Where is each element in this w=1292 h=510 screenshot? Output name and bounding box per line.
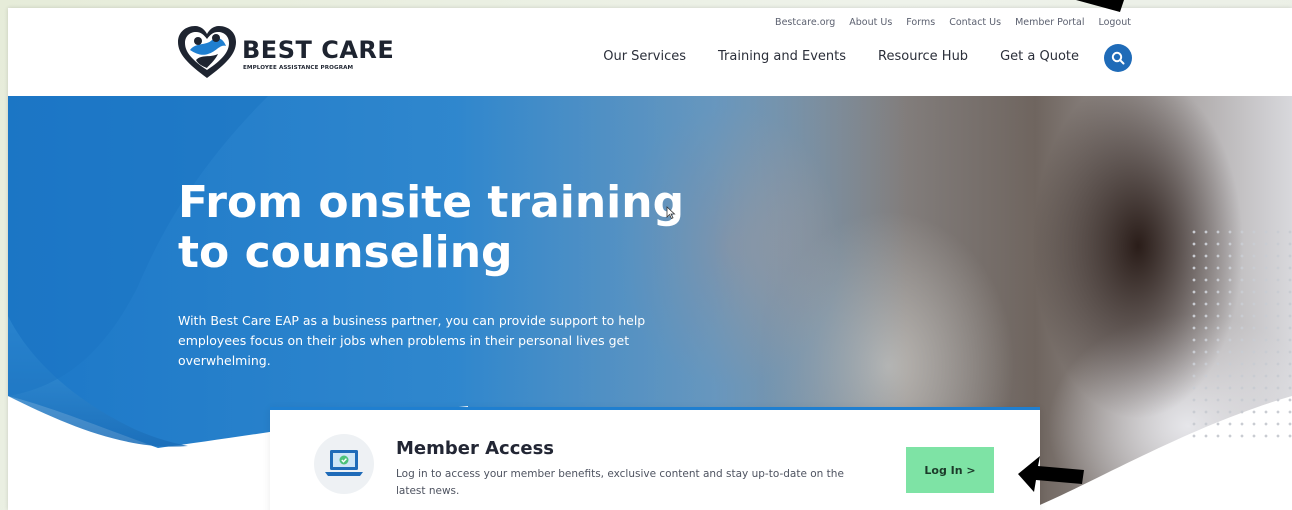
hero-section: From onsite training to counseling With …: [8, 96, 1292, 510]
browser-page: BEST CARE EMPLOYEE ASSISTANCE PROGRAM Be…: [8, 8, 1292, 510]
site-header: BEST CARE EMPLOYEE ASSISTANCE PROGRAM Be…: [8, 8, 1292, 96]
search-icon: [1111, 51, 1125, 65]
main-nav: Our Services Training and Events Resourc…: [571, 49, 1079, 64]
util-link-logout[interactable]: Logout: [1098, 17, 1131, 28]
utility-nav: Bestcare.org About Us Forms Contact Us M…: [761, 17, 1131, 28]
util-link-about[interactable]: About Us: [849, 17, 892, 28]
laptop-check-icon: [325, 450, 363, 476]
hero-title-line2: to counseling: [178, 227, 513, 278]
laptop-icon-circle: [314, 434, 374, 494]
search-button[interactable]: [1104, 44, 1132, 72]
mouse-cursor-icon: [666, 206, 676, 220]
nav-get-quote[interactable]: Get a Quote: [1000, 49, 1079, 64]
member-access-title: Member Access: [396, 438, 555, 459]
hero-title-line1: From onsite training: [178, 177, 685, 228]
nav-resource-hub[interactable]: Resource Hub: [878, 49, 968, 64]
logo-title: BEST CARE: [242, 36, 395, 64]
member-access-description: Log in to access your member benefits, e…: [396, 468, 844, 497]
hero-description: With Best Care EAP as a business partner…: [178, 313, 646, 368]
util-link-member-portal[interactable]: Member Portal: [1015, 17, 1084, 28]
member-access-card: Member Access Log in to access your memb…: [270, 407, 1040, 510]
login-button[interactable]: Log In >: [906, 447, 994, 493]
heart-logo-icon: [178, 26, 236, 78]
hero-title: From onsite training to counseling: [178, 178, 738, 278]
annotation-arrow-icon: [1018, 456, 1084, 492]
nav-our-services[interactable]: Our Services: [603, 49, 686, 64]
nav-training-events[interactable]: Training and Events: [718, 49, 846, 64]
logo-subtitle: EMPLOYEE ASSISTANCE PROGRAM: [243, 65, 354, 71]
decorative-dots: [1188, 226, 1292, 446]
annotation-arrow-top-icon: [1076, 0, 1124, 12]
util-link-contact[interactable]: Contact Us: [949, 17, 1001, 28]
util-link-forms[interactable]: Forms: [906, 17, 935, 28]
util-link-bestcare[interactable]: Bestcare.org: [775, 17, 835, 28]
logo[interactable]: BEST CARE EMPLOYEE ASSISTANCE PROGRAM: [176, 24, 394, 80]
